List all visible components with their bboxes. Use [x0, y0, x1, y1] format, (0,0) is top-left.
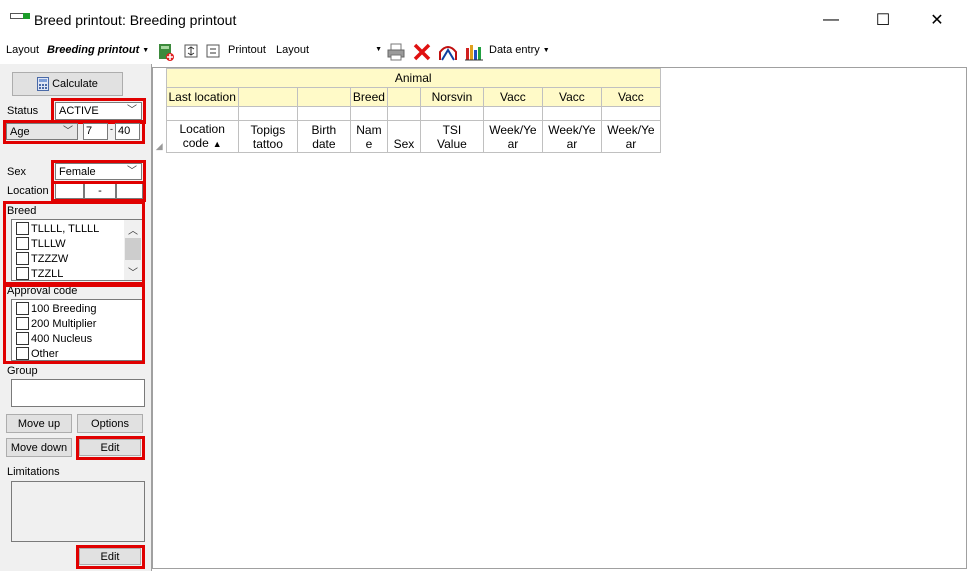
chart-curve-icon[interactable]	[438, 42, 458, 62]
group-box[interactable]	[11, 379, 145, 407]
edit-highlight	[76, 436, 145, 460]
group-header: Animal	[165, 68, 661, 88]
add-layout-icon[interactable]	[156, 42, 176, 62]
printout-layout-dropdown[interactable]: Layout ▼	[276, 44, 382, 56]
column-group-cell: Breed	[349, 87, 388, 107]
data-entry-menu[interactable]: Data entry ▼	[489, 44, 550, 56]
approval-highlight	[3, 284, 145, 364]
breed-highlight	[3, 201, 145, 285]
column-group-cell: Vacc	[541, 87, 602, 107]
status-label: Status	[7, 105, 39, 117]
filter-panel: Calculate Status ACTIVE ﹀ Age ﹀ 7 - 40 Sex…	[0, 64, 152, 571]
data-grid[interactable]: Animal Last location Breed Norsvin Vacc …	[153, 68, 661, 153]
column-group-cell	[296, 87, 351, 107]
column-header-vacc-week-1[interactable]: Week/Ye ar	[482, 120, 543, 153]
printout-layout-value: Layout	[276, 44, 310, 56]
layout-value: Breeding printout	[47, 44, 140, 56]
expand-icon[interactable]	[184, 44, 198, 58]
close-icon: ✕	[930, 12, 944, 29]
edit-limitations-highlight	[76, 545, 145, 569]
column-header-vacc-week-3[interactable]: Week/Ye ar	[600, 120, 661, 153]
row-corner: ◢	[153, 120, 166, 153]
options-button[interactable]: Options	[77, 414, 143, 433]
layout-dropdown[interactable]: Breeding printout ▼	[47, 44, 149, 56]
layout-label: Layout	[6, 44, 40, 56]
calculate-label: Calculate	[52, 78, 98, 90]
calculate-button[interactable]: Calculate	[12, 72, 123, 96]
collapse-icon[interactable]	[206, 44, 220, 58]
column-group-cell: Vacc	[482, 87, 543, 107]
delete-icon[interactable]	[412, 42, 432, 62]
column-header-sex[interactable]: Sex	[386, 120, 421, 153]
bar-chart-icon[interactable]	[464, 42, 484, 62]
data-entry-label: Data entry	[489, 44, 540, 56]
sex-label: Sex	[7, 166, 26, 178]
column-header-location-code[interactable]: Location code ▲	[165, 120, 239, 153]
column-group-cell	[237, 87, 298, 107]
column-header-tsi-value[interactable]: TSI Value	[419, 120, 484, 153]
limitations-box[interactable]	[11, 481, 145, 542]
title-bar: Breed printout: Breeding printout — ☐ ✕	[0, 0, 970, 40]
window-title: Breed printout: Breeding printout	[34, 12, 237, 28]
group-label: Group	[7, 365, 38, 377]
maximize-icon: ☐	[875, 12, 891, 29]
sort-ascending-icon: ▲	[212, 139, 222, 149]
limitations-label: Limitations	[7, 466, 60, 478]
column-group-cell: Norsvin	[419, 87, 484, 107]
location-label: Location	[7, 185, 49, 197]
printer-icon[interactable]	[386, 42, 406, 62]
maximize-button[interactable]: ☐	[860, 0, 906, 40]
column-header-topigs-tattoo[interactable]: Topigs tattoo	[237, 120, 298, 153]
calculator-icon	[37, 77, 50, 91]
column-group-cell	[386, 87, 421, 107]
printout-label: Printout	[228, 44, 266, 56]
toolbar: Layout Breeding printout ▼ Printout Layou…	[0, 40, 970, 64]
age-highlight	[3, 120, 145, 144]
column-group-cell: Last location	[165, 87, 239, 107]
location-highlight	[51, 181, 146, 202]
move-down-button[interactable]: Move down	[6, 438, 72, 457]
minimize-icon: —	[823, 11, 839, 28]
column-header-vacc-week-2[interactable]: Week/Ye ar	[541, 120, 602, 153]
move-up-button[interactable]: Move up	[6, 414, 72, 433]
close-button[interactable]: ✕	[914, 0, 960, 40]
column-group-cell: Vacc	[600, 87, 661, 107]
data-grid-area: Animal Last location Breed Norsvin Vacc …	[152, 67, 967, 569]
column-header-name[interactable]: Nam e	[349, 120, 388, 153]
minimize-button[interactable]: —	[808, 0, 854, 40]
app-icon	[10, 13, 30, 19]
column-header-birth-date[interactable]: Birth date	[296, 120, 351, 153]
